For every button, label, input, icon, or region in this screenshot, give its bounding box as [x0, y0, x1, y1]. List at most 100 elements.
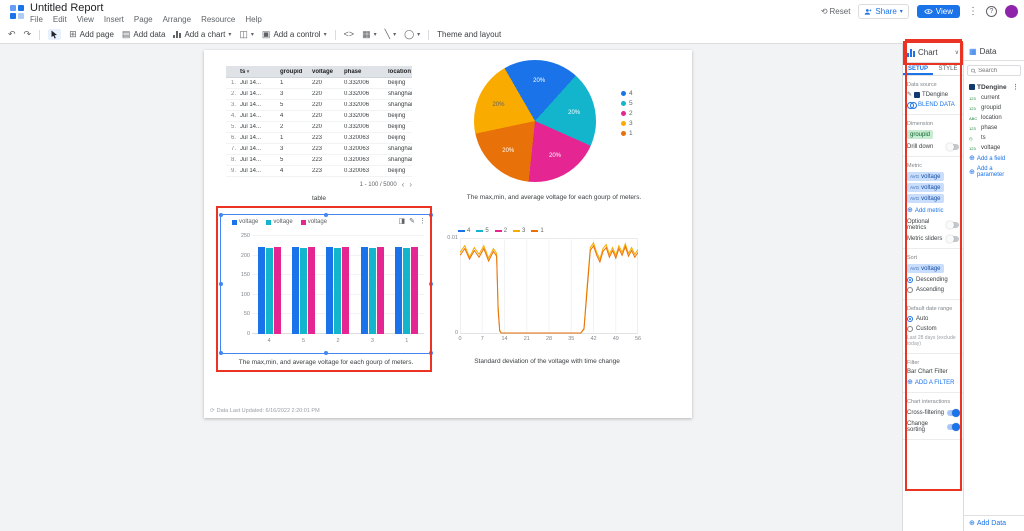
- bar[interactable]: [369, 248, 376, 334]
- add-page-button[interactable]: ⊞ Add page: [69, 30, 114, 39]
- add-chart-button[interactable]: Add a chart ▾: [173, 30, 231, 39]
- chart-style-icon[interactable]: ◨: [399, 217, 406, 225]
- legend-item[interactable]: 4: [458, 228, 470, 234]
- selection-handle[interactable]: [429, 213, 433, 217]
- report-canvas[interactable]: ts ▾groupidvoltagephaselocation 1.Jul 14…: [204, 50, 692, 418]
- metric-chip[interactable]: AVGvoltage: [907, 172, 944, 181]
- legend-item[interactable]: 1: [531, 228, 543, 234]
- legend-item[interactable]: 2: [495, 228, 507, 234]
- bar[interactable]: [334, 248, 341, 334]
- next-page-icon[interactable]: ›: [409, 180, 412, 189]
- legend-item[interactable]: voltage: [232, 219, 258, 225]
- reset-button[interactable]: ⟲ Reset: [821, 7, 851, 16]
- field-voltage[interactable]: 123voltage: [964, 143, 1024, 153]
- legend-item[interactable]: 3: [621, 120, 633, 127]
- bar[interactable]: [411, 247, 418, 334]
- menu-resource[interactable]: Resource: [201, 15, 235, 24]
- bar[interactable]: [395, 247, 402, 334]
- selection-handle[interactable]: [219, 213, 223, 217]
- add-data-button[interactable]: ▤ Add data: [122, 30, 166, 39]
- legend-item[interactable]: 5: [476, 228, 488, 234]
- legend-item[interactable]: 5: [621, 100, 633, 107]
- menu-page[interactable]: Page: [134, 15, 153, 24]
- selection-handle[interactable]: [219, 351, 223, 355]
- table-row[interactable]: 6.Jul 14...12230.320063beijing: [226, 133, 412, 144]
- legend-item[interactable]: 1: [621, 130, 633, 137]
- add-data-bottom-button[interactable]: ⊕ Add Data: [964, 515, 1024, 531]
- more-options-icon[interactable]: ⋮: [968, 6, 978, 17]
- edit-datasource-icon[interactable]: ✎: [907, 91, 912, 98]
- metric-sliders-toggle[interactable]: [947, 236, 959, 242]
- field-current[interactable]: 123current: [964, 93, 1024, 103]
- column-ts[interactable]: ts ▾: [238, 69, 278, 75]
- sort-ascending-radio[interactable]: Ascending: [907, 287, 959, 293]
- bar[interactable]: [258, 247, 265, 334]
- bar[interactable]: [300, 248, 307, 334]
- share-dropdown-icon[interactable]: ▾: [900, 8, 903, 15]
- add-filter-button[interactable]: ⊕ ADD A FILTER: [907, 379, 959, 386]
- shape-tool-button[interactable]: ◯ ▾: [404, 30, 420, 39]
- optional-metrics-toggle[interactable]: [947, 222, 959, 228]
- help-icon[interactable]: ?: [986, 6, 997, 17]
- search-input[interactable]: [978, 68, 1017, 74]
- table-row[interactable]: 5.Jul 14...22200.332006beijing: [226, 122, 412, 133]
- menu-insert[interactable]: Insert: [104, 15, 124, 24]
- selection-handle[interactable]: [429, 351, 433, 355]
- tab-setup[interactable]: SETUP: [903, 63, 933, 75]
- add-field-button[interactable]: ⊕ Add a field: [964, 153, 1024, 164]
- sort-descending-radio[interactable]: Descending: [907, 277, 959, 283]
- metric-chip[interactable]: AVGvoltage: [907, 194, 944, 203]
- table-row[interactable]: 4.Jul 14...42200.332006beijing: [226, 111, 412, 122]
- column-location[interactable]: location: [386, 69, 412, 75]
- embed-icon[interactable]: <>: [344, 30, 355, 39]
- add-metric-button[interactable]: ⊕ Add metric: [907, 207, 959, 214]
- community-viz-button[interactable]: ◫ ▾: [239, 30, 254, 39]
- bar[interactable]: [403, 248, 410, 334]
- selection-handle[interactable]: [429, 282, 433, 286]
- menu-edit[interactable]: Edit: [53, 15, 67, 24]
- select-cursor-icon[interactable]: [48, 29, 61, 40]
- looker-studio-logo[interactable]: [10, 5, 24, 19]
- legend-item[interactable]: 2: [621, 110, 633, 117]
- table-row[interactable]: 9.Jul 14...42230.320063beijing: [226, 166, 412, 177]
- change-sorting-toggle[interactable]: [947, 424, 959, 430]
- menu-file[interactable]: File: [30, 15, 43, 24]
- legend-item[interactable]: voltage: [266, 219, 292, 225]
- bar[interactable]: [342, 247, 349, 334]
- menu-help[interactable]: Help: [245, 15, 261, 24]
- field-groupid[interactable]: 123groupid: [964, 103, 1024, 113]
- view-button[interactable]: View: [917, 5, 960, 18]
- bar[interactable]: [292, 247, 299, 334]
- search-box[interactable]: [967, 65, 1021, 76]
- add-parameter-button[interactable]: ⊕ Add a parameter: [964, 164, 1024, 180]
- legend-item[interactable]: 4: [621, 90, 633, 97]
- undo-icon[interactable]: ↶: [8, 30, 16, 39]
- metric-chip[interactable]: AVGvoltage: [907, 183, 944, 192]
- table-chart[interactable]: ts ▾groupidvoltagephaselocation 1.Jul 14…: [226, 66, 412, 202]
- column-groupid[interactable]: groupid: [278, 69, 310, 75]
- redo-icon[interactable]: ↷: [24, 30, 32, 39]
- tab-style[interactable]: STYLE: [933, 63, 963, 75]
- table-row[interactable]: 3.Jul 14...52200.332006shanghai: [226, 100, 412, 111]
- drill-down-toggle[interactable]: [947, 144, 959, 150]
- data-source-chip[interactable]: ✎ TDengine: [907, 91, 959, 98]
- line-chart[interactable]: 45231 07142128354249560.010 Standard dev…: [444, 226, 650, 372]
- selection-handle[interactable]: [324, 351, 328, 355]
- menu-view[interactable]: View: [77, 15, 94, 24]
- bar[interactable]: [361, 247, 368, 334]
- line-tool-button[interactable]: ╲ ▾: [385, 30, 396, 39]
- cross-filtering-toggle[interactable]: [947, 410, 959, 416]
- column-phase[interactable]: phase: [342, 69, 386, 75]
- table-row[interactable]: 8.Jul 14...52230.320063shanghai: [226, 155, 412, 166]
- chart-type-selector[interactable]: Chart ∨: [903, 43, 963, 63]
- bar[interactable]: [377, 247, 384, 334]
- chart-more-icon[interactable]: ⋮: [419, 217, 426, 225]
- dimension-chip[interactable]: groupid: [907, 130, 933, 139]
- bar[interactable]: [274, 247, 281, 334]
- field-ts[interactable]: ◷ts: [964, 133, 1024, 143]
- field-phase[interactable]: 123phase: [964, 123, 1024, 133]
- pie-chart[interactable]: 20%20%20%20%20% 45231 The max,min, and a…: [429, 56, 679, 208]
- selection-handle[interactable]: [324, 213, 328, 217]
- selection-handle[interactable]: [219, 282, 223, 286]
- column-voltage[interactable]: voltage: [310, 69, 342, 75]
